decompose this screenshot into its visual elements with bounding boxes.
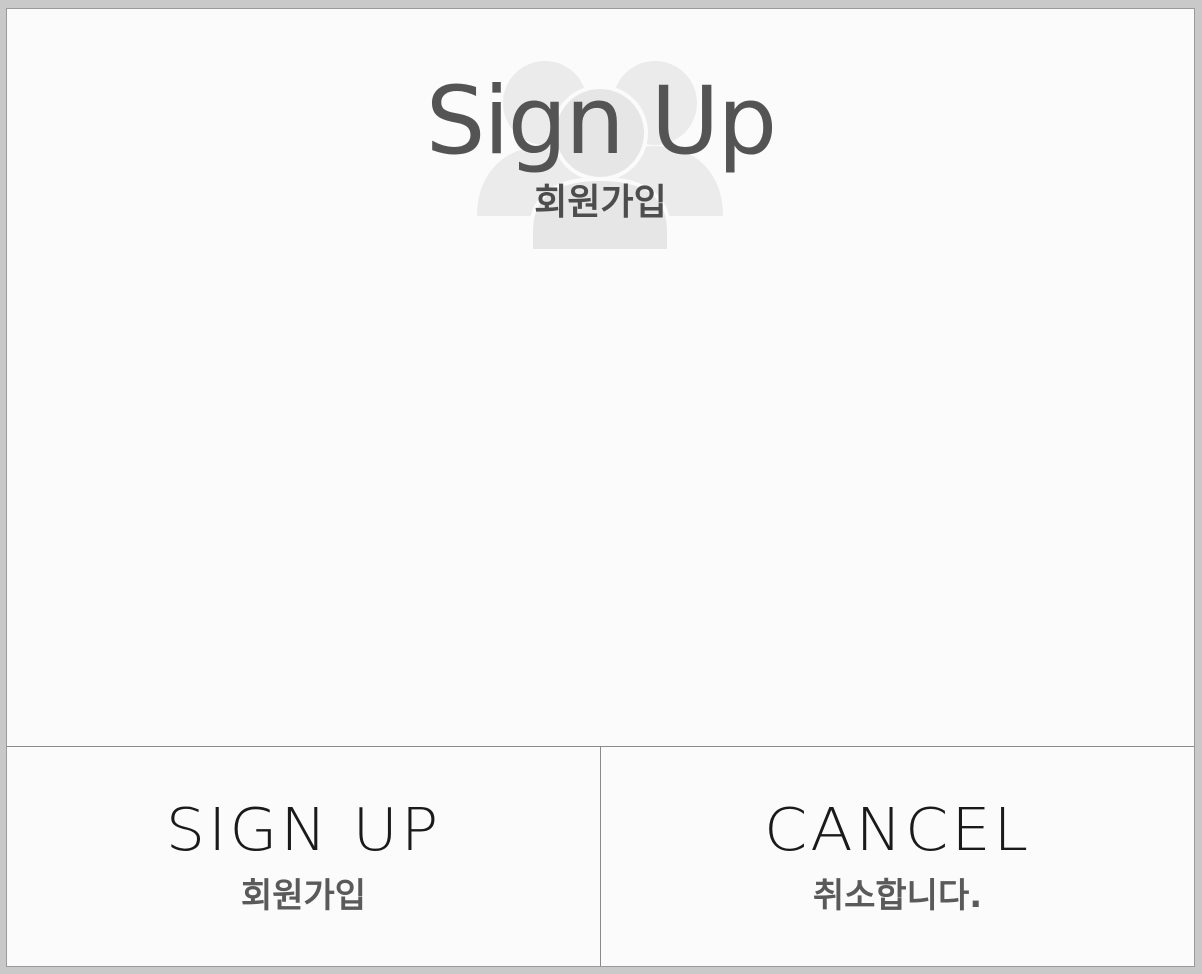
form-area — [7, 269, 1194, 746]
header: Sign Up 회원가입 — [7, 9, 1194, 269]
signup-button-sublabel: 회원가입 — [240, 876, 367, 916]
cancel-button-label: CANCEL — [763, 794, 1032, 865]
action-bar: SIGN UP 회원가입 CANCEL 취소합니다. — [7, 746, 1194, 966]
signup-button[interactable]: SIGN UP 회원가입 — [7, 747, 600, 966]
page-title: Sign Up — [425, 67, 777, 176]
signup-button-label: SIGN UP — [165, 794, 442, 865]
cancel-button[interactable]: CANCEL 취소합니다. — [600, 747, 1194, 966]
signup-window: Sign Up 회원가입 SIGN UP 회원가입 CANCEL 취소합니다. — [6, 8, 1195, 967]
page-subtitle: 회원가입 — [534, 182, 667, 223]
cancel-button-sublabel: 취소합니다. — [812, 876, 983, 916]
